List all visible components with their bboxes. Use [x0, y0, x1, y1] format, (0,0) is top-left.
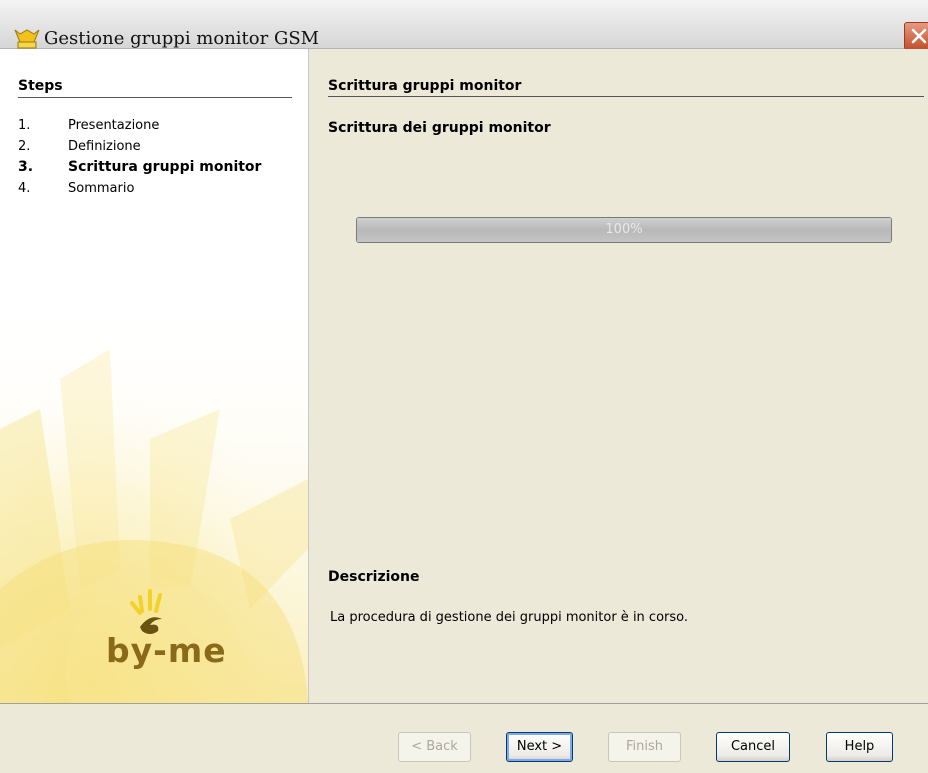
step-item-current: 3. Scrittura gruppi monitor	[18, 157, 261, 178]
back-button[interactable]: < Back	[398, 732, 471, 762]
step-number: 2.	[18, 139, 31, 154]
title-bar[interactable]: Gestione gruppi monitor GSM	[0, 0, 928, 50]
window-title: Gestione gruppi monitor GSM	[44, 28, 320, 49]
step-label: Scrittura gruppi monitor	[68, 159, 262, 175]
step-label: Presentazione	[68, 118, 160, 133]
section-title: Scrittura gruppi monitor	[328, 78, 522, 94]
description-text: La procedura di gestione dei gruppi moni…	[330, 610, 689, 625]
section-divider	[328, 96, 924, 97]
cancel-button[interactable]: Cancel	[716, 732, 790, 762]
steps-header: Steps	[18, 78, 63, 94]
finish-button[interactable]: Finish	[608, 732, 681, 762]
step-item: 1. Presentazione	[18, 115, 261, 136]
steps-divider	[18, 97, 292, 98]
step-number: 3.	[18, 159, 34, 175]
step-label: Sommario	[68, 181, 135, 196]
progress-label: 100%	[605, 222, 643, 237]
step-item: 2. Definizione	[18, 136, 261, 157]
step-number: 1.	[18, 118, 31, 133]
content-panel: Scrittura gruppi monitor Scrittura dei g…	[309, 49, 928, 703]
steps-list: 1. Presentazione 2. Definizione 3. Scrit…	[18, 115, 261, 199]
description-header: Descrizione	[328, 569, 420, 585]
app-icon	[14, 29, 40, 49]
steps-panel: Steps 1. Presentazione 2. Definizione 3.…	[0, 49, 309, 703]
progress-bar: 100%	[356, 217, 892, 243]
logo-text: by-me	[106, 631, 227, 670]
help-button[interactable]: Help	[826, 732, 893, 762]
page-subtitle: Scrittura dei gruppi monitor	[328, 120, 551, 136]
close-button[interactable]	[904, 22, 928, 50]
button-bar: < Back Next > Finish Cancel Help	[0, 703, 928, 773]
step-number: 4.	[18, 181, 31, 196]
close-icon	[911, 28, 927, 44]
next-button[interactable]: Next >	[506, 732, 573, 762]
step-item: 4. Sommario	[18, 178, 261, 199]
step-label: Definizione	[68, 139, 141, 154]
